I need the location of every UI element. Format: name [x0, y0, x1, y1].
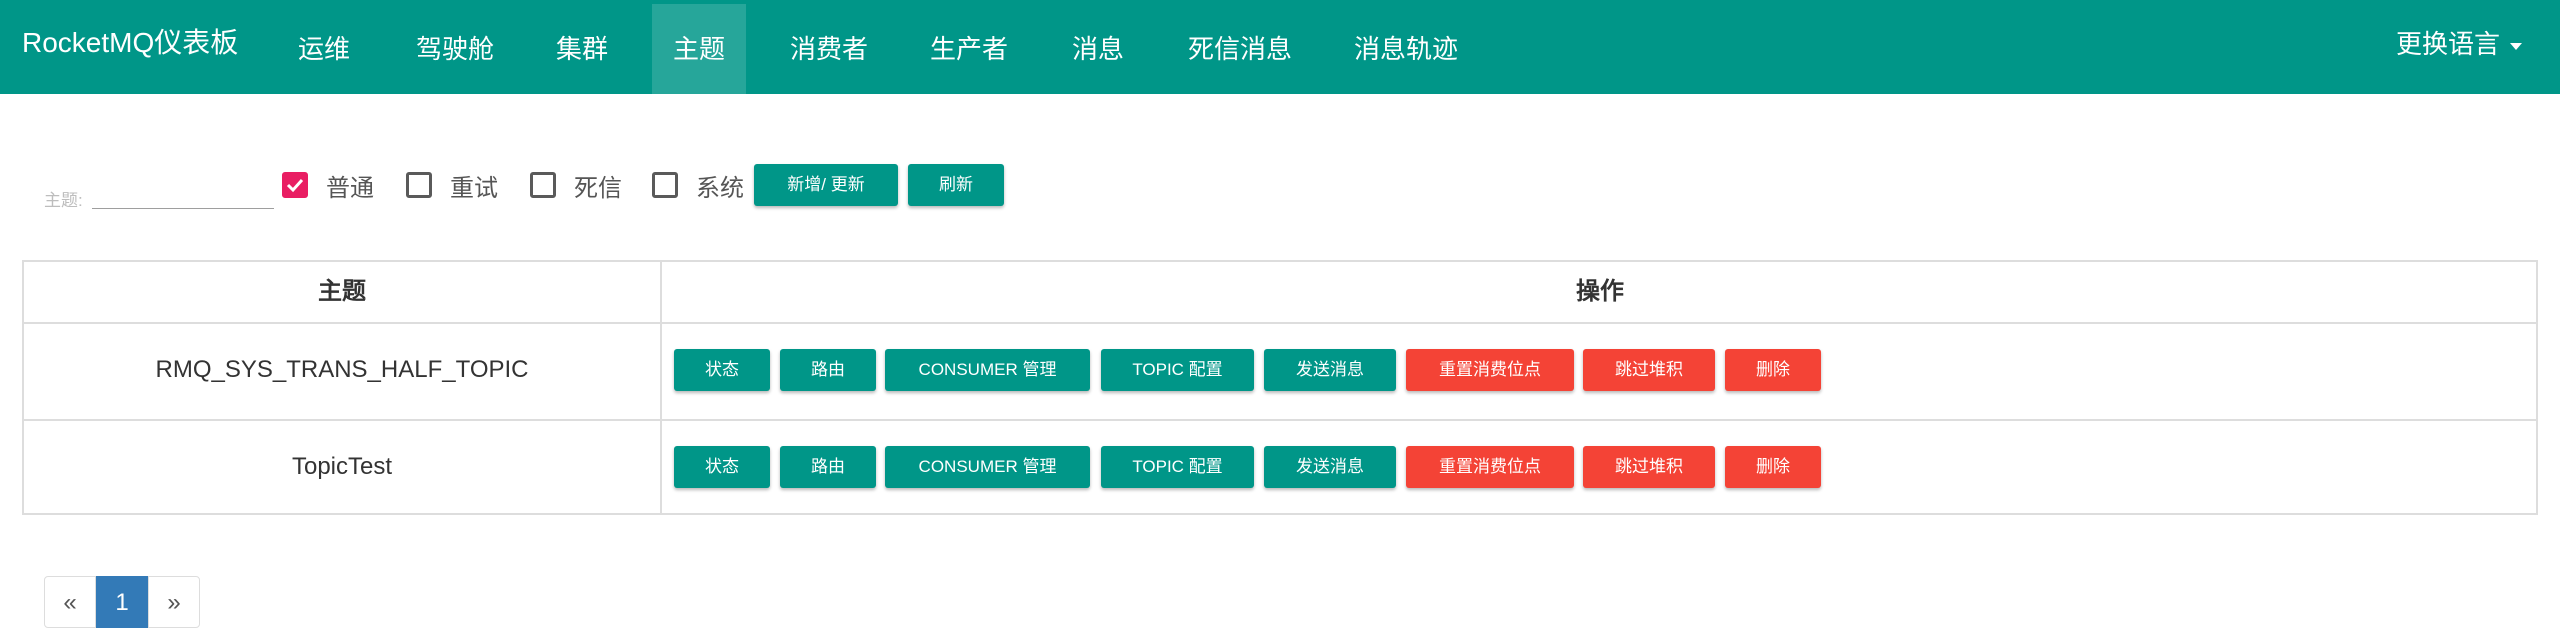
language-dropdown[interactable]: 更换语言	[2396, 0, 2523, 88]
topic-cell: TopicTest	[291, 453, 393, 480]
nav-item-cluster[interactable]: 集群	[556, 4, 608, 94]
nav-item-ops[interactable]: 运维	[298, 4, 350, 94]
reset-offset-button[interactable]: 重置消费位点	[1406, 446, 1574, 488]
page-next-button[interactable]: »	[148, 576, 200, 628]
nav-item-message[interactable]: 消息	[1072, 4, 1124, 94]
delete-button[interactable]: 删除	[1725, 446, 1821, 488]
checkbox-normal-label: 普通	[326, 174, 374, 202]
delete-button[interactable]: 删除	[1725, 349, 1821, 391]
header-topic: 主题	[318, 278, 366, 305]
status-button[interactable]: 状态	[674, 349, 770, 391]
add-update-button[interactable]: 新增/ 更新	[754, 164, 898, 206]
nav-item-dashboard[interactable]: 驾驶舱	[416, 4, 494, 94]
nav-item-topic[interactable]: 主题	[652, 4, 746, 94]
refresh-button[interactable]: 刷新	[908, 164, 1004, 206]
checkbox-unchecked-icon	[652, 172, 678, 198]
checkbox-dlq-label: 死信	[574, 174, 622, 202]
top-navbar: RocketMQ仪表板 运维 驾驶舱 集群 主题 消费者 生产者 消息 死信消息…	[0, 0, 2560, 94]
nav-item-consumer[interactable]: 消费者	[790, 4, 868, 94]
reset-offset-button[interactable]: 重置消费位点	[1406, 349, 1574, 391]
topic-filter-label: 主题:	[44, 191, 83, 210]
nav-item-producer[interactable]: 生产者	[930, 4, 1008, 94]
page-number-button[interactable]: 1	[96, 576, 148, 628]
checkbox-unchecked-icon	[530, 172, 556, 198]
topic-cell: RMQ_SYS_TRANS_HALF_TOPIC	[155, 356, 529, 383]
language-label: 更换语言	[2396, 29, 2501, 59]
route-button[interactable]: 路由	[780, 446, 876, 488]
checkbox-retry-label: 重试	[450, 174, 498, 202]
checkbox-unchecked-icon	[406, 172, 432, 198]
checkbox-checked-icon	[282, 172, 308, 198]
route-button[interactable]: 路由	[780, 349, 876, 391]
consumer-manage-button[interactable]: CONSUMER 管理	[885, 446, 1090, 488]
nav-item-message-trace[interactable]: 消息轨迹	[1354, 4, 1458, 94]
send-message-button[interactable]: 发送消息	[1264, 349, 1396, 391]
topic-filter-input[interactable]	[92, 172, 274, 209]
header-actions: 操作	[1576, 278, 1624, 305]
caret-down-icon	[2510, 42, 2523, 50]
checkbox-normal[interactable]: 普通	[282, 168, 374, 202]
checkbox-dlq[interactable]: 死信	[530, 168, 622, 202]
consumer-manage-button[interactable]: CONSUMER 管理	[885, 349, 1090, 391]
checkbox-system[interactable]: 系统	[652, 168, 744, 202]
nav-item-dlq-message[interactable]: 死信消息	[1188, 4, 1292, 94]
brand-title[interactable]: RocketMQ仪表板	[22, 0, 238, 88]
checkbox-retry[interactable]: 重试	[406, 168, 498, 202]
status-button[interactable]: 状态	[674, 446, 770, 488]
page-prev-button[interactable]: «	[44, 576, 96, 628]
topic-config-button[interactable]: TOPIC 配置	[1101, 349, 1254, 391]
skip-accumulate-button[interactable]: 跳过堆积	[1583, 446, 1715, 488]
row-divider	[24, 322, 2536, 324]
send-message-button[interactable]: 发送消息	[1264, 446, 1396, 488]
topic-config-button[interactable]: TOPIC 配置	[1101, 446, 1254, 488]
row-divider	[24, 419, 2536, 421]
skip-accumulate-button[interactable]: 跳过堆积	[1583, 349, 1715, 391]
checkbox-system-label: 系统	[696, 174, 744, 202]
